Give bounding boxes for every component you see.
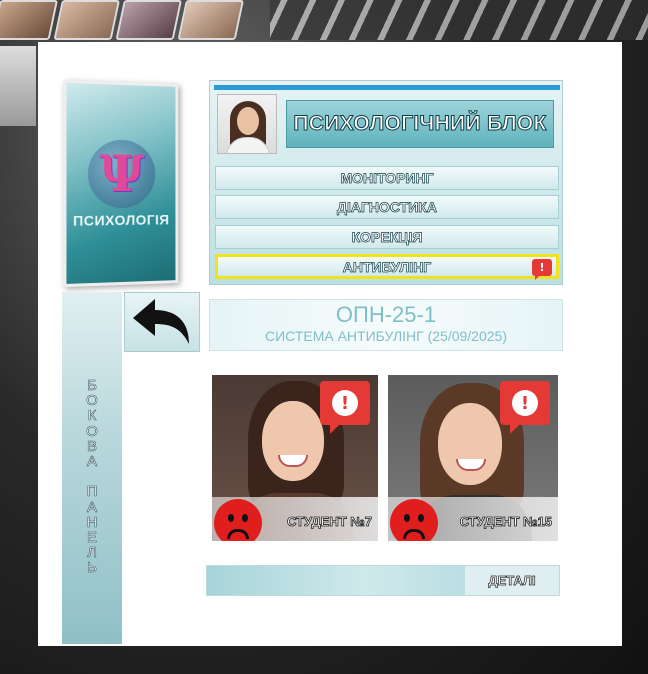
menu-item-antibullying[interactable]: АНТИБУЛІНГ ! (215, 254, 559, 279)
back-arrow-icon (131, 296, 193, 348)
logo-text: ПСИХОЛОГІЯ (73, 211, 169, 228)
student-name: СТУДЕНТ №7 (287, 514, 372, 529)
details-bar: ДЕТАЛІ (206, 565, 560, 596)
side-panel[interactable]: БОКОВА ПАНЕЛЬ (62, 292, 122, 644)
side-panel-label: БОКОВА ПАНЕЛЬ (62, 378, 122, 576)
student-bar: СТУДЕНТ №15 (388, 497, 558, 541)
menu-block: ПСИХОЛОГІЧНИЙ БЛОК МОНІТОРИНГ ДІАГНОСТИК… (209, 80, 563, 285)
alert-icon: ! (532, 259, 552, 276)
back-button[interactable] (124, 292, 200, 352)
class-subtitle: СИСТЕМА АНТИБУЛІНГ (25/09/2025) (210, 327, 562, 345)
class-header: ОПН-25-1 СИСТЕМА АНТИБУЛІНГ (25/09/2025) (209, 299, 563, 351)
background-photo (177, 0, 244, 40)
background-photo (53, 0, 120, 40)
class-code: ОПН-25-1 (210, 303, 562, 327)
alert-icon: ! (500, 381, 550, 425)
background-stripes (270, 0, 648, 40)
menu-item-monitoring[interactable]: МОНІТОРИНГ (215, 166, 559, 190)
background-photo-strip (0, 0, 270, 42)
psychologist-avatar (217, 94, 277, 154)
menu-item-diagnostics[interactable]: ДІАГНОСТИКА (215, 195, 559, 219)
alert-icon: ! (320, 381, 370, 425)
student-photo (262, 401, 324, 481)
menu-top-bar (214, 85, 560, 90)
menu-item-correction[interactable]: КОРЕКЦІЯ (215, 225, 559, 249)
page-title: ПСИХОЛОГІЧНИЙ БЛОК (286, 100, 554, 148)
sad-face-icon (390, 499, 438, 541)
student-bar: СТУДЕНТ №7 (212, 497, 378, 541)
student-card[interactable]: ! СТУДЕНТ №15 (388, 375, 558, 541)
psi-icon: Ψ (88, 139, 155, 208)
sad-face-icon (214, 499, 262, 541)
background-photo (0, 0, 58, 40)
student-name: СТУДЕНТ №15 (460, 514, 552, 529)
details-button[interactable]: ДЕТАЛІ (465, 566, 559, 595)
student-photo (438, 403, 502, 485)
background-photo (115, 0, 182, 40)
student-card[interactable]: ! СТУДЕНТ №7 (212, 375, 378, 541)
psychology-logo: Ψ ПСИХОЛОГІЯ (63, 80, 178, 287)
background-side-photo (0, 46, 36, 126)
